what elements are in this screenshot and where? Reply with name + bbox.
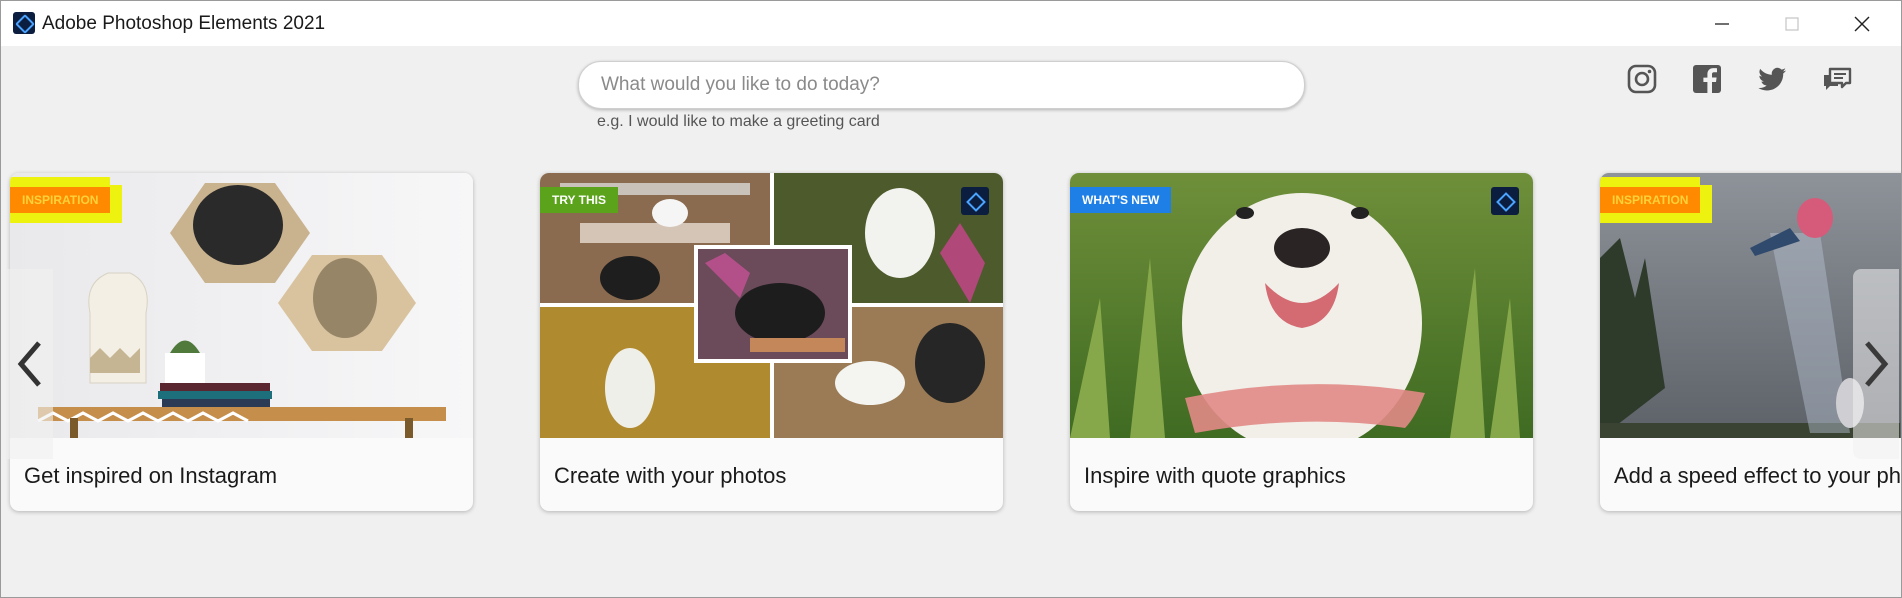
card-caption: Add a speed effect to your ph bbox=[1614, 463, 1902, 488]
search-hint: e.g. I would like to make a greeting car… bbox=[597, 113, 880, 130]
photoshop-elements-icon bbox=[961, 187, 989, 215]
carousel-prev-button[interactable] bbox=[7, 269, 53, 459]
search-box[interactable] bbox=[578, 61, 1305, 109]
carousel-next-button[interactable] bbox=[1853, 269, 1899, 459]
twitter-icon[interactable] bbox=[1756, 63, 1788, 95]
window-title: Adobe Photoshop Elements 2021 bbox=[42, 13, 326, 34]
chevron-left-icon bbox=[17, 341, 41, 387]
maximize-icon bbox=[1785, 16, 1799, 31]
search-input[interactable] bbox=[599, 73, 1283, 97]
card-inspiration-instagram[interactable]: INSPIRATION Get inspired on Instagram bbox=[10, 173, 473, 511]
photoshop-elements-icon bbox=[1491, 187, 1519, 215]
try-this-badge: TRY THIS bbox=[540, 187, 619, 213]
card-caption: Create with your photos bbox=[554, 463, 787, 488]
close-icon bbox=[1854, 16, 1870, 31]
instagram-icon[interactable] bbox=[1626, 63, 1658, 95]
title-bar: Adobe Photoshop Elements 2021 bbox=[1, 1, 1901, 46]
card-caption: Get inspired on Instagram bbox=[24, 463, 278, 488]
app-window: Adobe Photoshop Elements 2021 e.g. I wou… bbox=[0, 0, 1902, 598]
photoshop-elements-icon bbox=[13, 12, 35, 34]
feedback-icon[interactable] bbox=[1821, 63, 1853, 95]
card-caption: Inspire with quote graphics bbox=[1084, 463, 1346, 488]
inspiration-badge: INSPIRATION bbox=[1600, 187, 1701, 213]
minimize-icon bbox=[1715, 22, 1729, 25]
card-try-this-photos[interactable]: TRY THIS Create with your photos bbox=[540, 173, 1003, 511]
inspiration-badge: INSPIRATION bbox=[10, 187, 111, 213]
whats-new-badge: WHAT'S NEW bbox=[1070, 187, 1172, 213]
card-whats-new-quotes[interactable]: WHAT'S NEW Inspire with quote graphics bbox=[1070, 173, 1533, 511]
close-button[interactable] bbox=[1827, 1, 1897, 46]
minimize-button[interactable] bbox=[1687, 1, 1757, 46]
chevron-right-icon bbox=[1865, 341, 1889, 387]
maximize-button[interactable] bbox=[1757, 1, 1827, 46]
facebook-icon[interactable] bbox=[1691, 63, 1723, 95]
